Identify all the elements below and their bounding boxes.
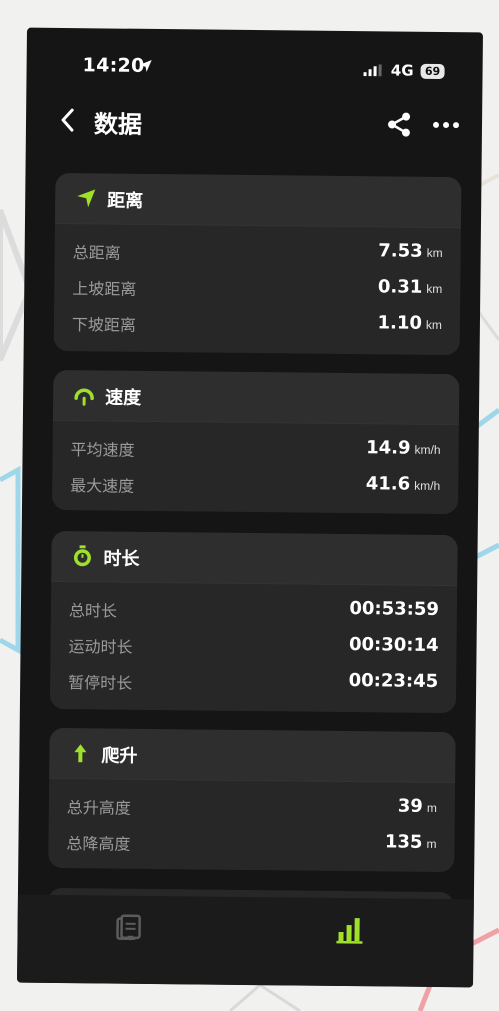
notes-icon[interactable] bbox=[113, 914, 141, 944]
row-value: 14.9 km/h bbox=[366, 437, 441, 459]
row-value: 00:30:14 bbox=[348, 634, 439, 656]
row-label: 运动时长 bbox=[68, 639, 133, 657]
more-dots-icon[interactable] bbox=[432, 120, 460, 130]
row-value: 0.31 km bbox=[377, 276, 443, 298]
battery-indicator: 69 bbox=[420, 63, 445, 79]
speed-header: 速度 bbox=[52, 369, 460, 426]
list-item: 总时长 00:53:59 bbox=[51, 589, 457, 629]
bar-chart-icon[interactable] bbox=[335, 916, 363, 944]
duration-title: 时长 bbox=[103, 548, 140, 569]
duration-card: 时长 总时长 00:53:59 运动时长 00:30:14 暂停时长 00:23… bbox=[49, 530, 458, 714]
list-item: 运动时长 00:30:14 bbox=[50, 625, 456, 665]
list-item: 平均速度 14.9 km/h bbox=[52, 428, 458, 468]
row-label: 总降高度 bbox=[66, 836, 131, 854]
row-label: 总距离 bbox=[72, 245, 121, 263]
row-value: 39 m bbox=[397, 795, 437, 817]
row-value: 00:53:59 bbox=[349, 598, 440, 620]
location-arrow-icon bbox=[139, 59, 152, 72]
status-time: 14:20 bbox=[82, 54, 145, 77]
chevron-left-icon[interactable] bbox=[58, 106, 78, 134]
speedometer-icon bbox=[74, 388, 94, 406]
nav-bar: 数据 bbox=[26, 102, 482, 147]
list-item: 总升高度 39 m bbox=[49, 786, 455, 826]
stopwatch-icon bbox=[73, 545, 91, 567]
status-bar: 14:20 4G 69 bbox=[26, 50, 482, 85]
list-item: 最大速度 41.6 km/h bbox=[52, 464, 458, 504]
signal-icon bbox=[363, 64, 382, 77]
row-label: 暂停时长 bbox=[68, 675, 133, 693]
speed-card: 速度 平均速度 14.9 km/h 最大速度 41.6 km/h bbox=[51, 369, 460, 515]
climb-title: 爬升 bbox=[101, 745, 138, 766]
row-value: 00:23:45 bbox=[348, 670, 439, 692]
speed-title: 速度 bbox=[105, 387, 142, 408]
share-icon[interactable] bbox=[386, 111, 412, 137]
arrow-up-icon bbox=[74, 744, 87, 763]
climb-card: 爬升 总升高度 39 m 总降高度 135 m bbox=[48, 727, 456, 873]
distance-card: 距离 总距离 7.53 km 上坡距离 0.31 km 下坡距离 1.10 km bbox=[53, 172, 462, 356]
tab-bar bbox=[17, 894, 474, 988]
phone-screen: 14:20 4G 69 数据 距离 总距离 7.53 km 上坡距离 0.31 … bbox=[17, 27, 483, 988]
row-value: 135 m bbox=[384, 831, 437, 853]
list-item: 暂停时长 00:23:45 bbox=[50, 661, 456, 701]
row-label: 最大速度 bbox=[70, 478, 135, 496]
row-value: 1.10 km bbox=[377, 312, 442, 334]
list-item: 上坡距离 0.31 km bbox=[54, 267, 460, 307]
climb-header: 爬升 bbox=[49, 727, 456, 784]
row-label: 上坡距离 bbox=[72, 281, 137, 299]
page-title: 数据 bbox=[93, 111, 143, 139]
row-label: 总升高度 bbox=[66, 800, 131, 818]
row-value: 41.6 km/h bbox=[365, 473, 441, 495]
list-item: 总距离 7.53 km bbox=[55, 231, 461, 271]
row-value: 7.53 km bbox=[378, 240, 443, 262]
distance-header: 距离 bbox=[54, 172, 462, 229]
distance-title: 距离 bbox=[107, 190, 144, 211]
row-label: 下坡距离 bbox=[71, 317, 136, 335]
duration-header: 时长 bbox=[51, 530, 458, 587]
list-item: 总降高度 135 m bbox=[48, 822, 454, 862]
row-label: 总时长 bbox=[68, 603, 118, 621]
row-label: 平均速度 bbox=[70, 442, 135, 460]
list-item: 下坡距离 1.10 km bbox=[54, 303, 460, 343]
network-type: 4G bbox=[390, 61, 414, 80]
navigation-arrow-icon bbox=[77, 189, 96, 208]
